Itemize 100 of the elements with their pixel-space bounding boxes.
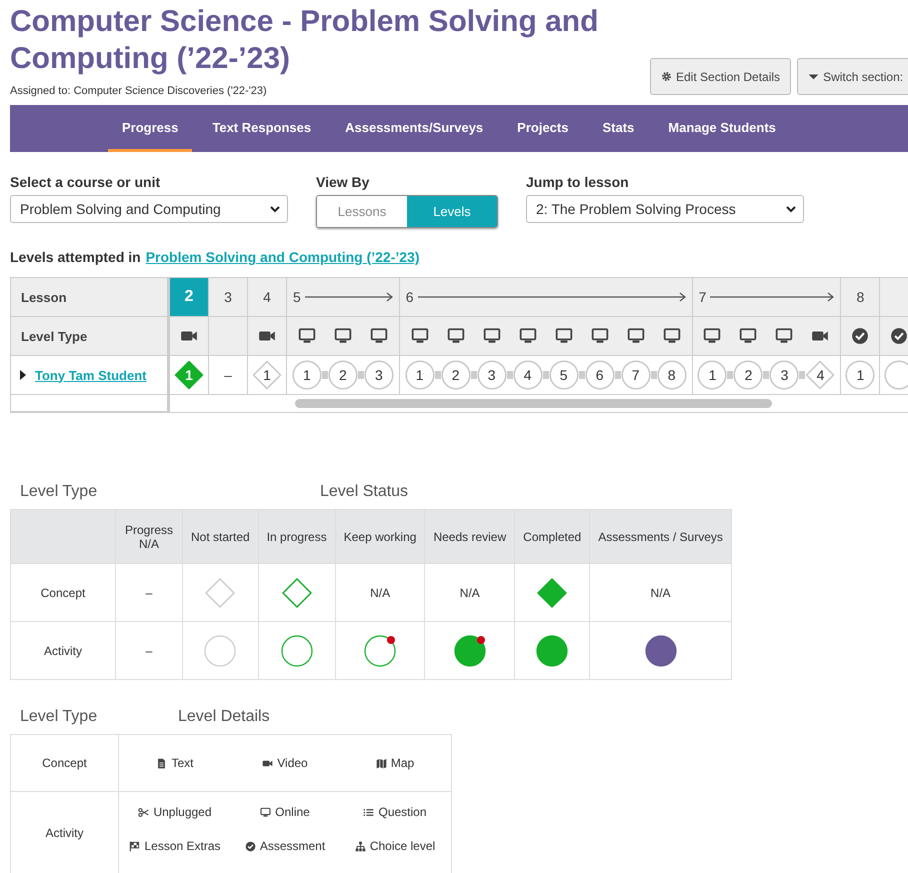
flag-icon [129, 840, 140, 852]
row-label: Concept [10, 734, 118, 792]
monitor-icon [370, 327, 388, 345]
circle-bubble[interactable] [884, 360, 908, 390]
circle-bubble[interactable]: 4 [512, 360, 543, 390]
legend-label: Question [378, 805, 427, 819]
lesson-number: 6 [406, 289, 414, 305]
field-label: Select a course or unit [10, 174, 162, 190]
section-heading: Level Type [20, 483, 98, 501]
row-header: Level Type [11, 317, 167, 356]
scissors-icon [138, 806, 150, 818]
lesson-header-cell[interactable]: 6 [400, 278, 692, 317]
lesson-dropdown[interactable]: 2: The Problem Solving Process [526, 195, 804, 223]
row-label: Activity [10, 622, 116, 680]
lesson-header-cell[interactable]: 4 [248, 278, 286, 317]
circle-bubble[interactable]: 1 [845, 360, 876, 390]
gear-icon [661, 71, 672, 82]
legend-label: Video [277, 756, 308, 770]
nav-tab[interactable]: Assessments/Surveys [331, 105, 498, 152]
circle-bubble[interactable]: 2 [440, 360, 471, 390]
monitor-icon [482, 327, 501, 345]
view-toggle-button[interactable]: Lessons [317, 196, 407, 227]
connector [727, 371, 734, 379]
monitor-icon [334, 327, 352, 345]
connector [434, 371, 441, 379]
nav-tab[interactable]: Progress [108, 105, 192, 152]
connector [322, 371, 328, 379]
check-circle-icon [244, 840, 256, 852]
circle-bubble[interactable]: 7 [620, 360, 651, 390]
field-label: View By [316, 174, 370, 190]
table-cell: N/A [424, 564, 515, 622]
legend-label: Assessment [260, 839, 326, 853]
connector [470, 371, 477, 379]
monitor-icon [775, 327, 794, 345]
monitor-icon [590, 327, 609, 345]
circle-bubble[interactable]: 8 [656, 360, 687, 390]
connector [614, 371, 621, 379]
connector [358, 371, 364, 379]
check-circle-icon [890, 327, 908, 345]
column-header: Keep working [335, 510, 425, 564]
diamond-bubble[interactable]: 4 [805, 360, 836, 390]
table-cell: N/A [590, 564, 732, 622]
edit-section-button[interactable]: Edit Section Details [650, 58, 792, 95]
legend-label: Lesson Extras [144, 839, 221, 853]
connector [650, 371, 657, 379]
lesson-number: 8 [856, 289, 864, 305]
connector [506, 371, 513, 379]
diamond-bubble[interactable]: 1 [252, 360, 282, 390]
check-circle-icon [851, 327, 870, 345]
circle-bubble[interactable]: 2 [328, 360, 358, 390]
expand-caret-icon[interactable] [19, 370, 27, 380]
section-heading: Level Status [320, 483, 408, 501]
column-header: Completed [514, 510, 590, 564]
connector [763, 371, 770, 379]
monitor-icon [260, 806, 272, 818]
table-cell: – [116, 622, 182, 680]
circle-bubble[interactable]: 2 [733, 360, 764, 390]
nav-tab[interactable]: Stats [588, 105, 648, 152]
row-label: Concept [10, 564, 116, 622]
empty-mark: – [224, 367, 232, 383]
column-header: Progress N/A [116, 510, 182, 564]
row-label: Activity [10, 792, 118, 873]
circle-bubble[interactable]: 3 [476, 360, 507, 390]
legend-label: Choice level [370, 839, 436, 853]
lesson-header-cell[interactable]: 7 [692, 278, 840, 317]
lesson-header-cell[interactable] [880, 278, 908, 317]
levels-attempted-label: Levels attempted in [10, 249, 141, 265]
lesson-header-cell[interactable]: 8 [841, 278, 880, 317]
document-icon [156, 758, 168, 768]
lesson-header-cell[interactable]: 3 [209, 278, 247, 317]
monitor-icon [446, 327, 465, 345]
legend-label: Text [171, 756, 194, 770]
nav-tab[interactable]: Projects [503, 105, 582, 152]
map-icon [376, 758, 387, 768]
lesson-header-cell[interactable]: 5 [287, 278, 399, 317]
circle-bubble[interactable]: 5 [548, 360, 579, 390]
connector [799, 371, 806, 379]
section-heading: Level Details [178, 708, 270, 726]
lesson-number: 5 [293, 289, 301, 305]
legend-label: Unplugged [153, 805, 212, 819]
circle-bubble[interactable]: 6 [584, 360, 615, 390]
nav-tab[interactable]: Manage Students [654, 105, 790, 152]
list-icon [363, 806, 374, 818]
circle-bubble[interactable]: 3 [769, 360, 800, 390]
circle-bubble[interactable]: 1 [292, 360, 322, 390]
connector [542, 371, 549, 379]
circle-bubble[interactable]: 3 [364, 360, 394, 390]
section-heading: Level Type [20, 708, 98, 726]
table-cell: – [116, 564, 182, 622]
circle-bubble[interactable]: 1 [697, 360, 728, 390]
field-label: Jump to lesson [526, 174, 630, 190]
scrollbar-thumb[interactable] [295, 399, 772, 408]
nav-tab[interactable]: Text Responses [198, 105, 326, 152]
switch-section-button[interactable]: Switch section: [797, 58, 908, 95]
column-header: Not started [182, 510, 258, 564]
hierarchy-icon [354, 840, 366, 852]
column-header: Needs review [424, 510, 515, 564]
course-dropdown[interactable]: Problem Solving and Computing [10, 195, 288, 223]
monitor-icon [739, 327, 758, 345]
circle-bubble[interactable]: 1 [404, 360, 435, 390]
